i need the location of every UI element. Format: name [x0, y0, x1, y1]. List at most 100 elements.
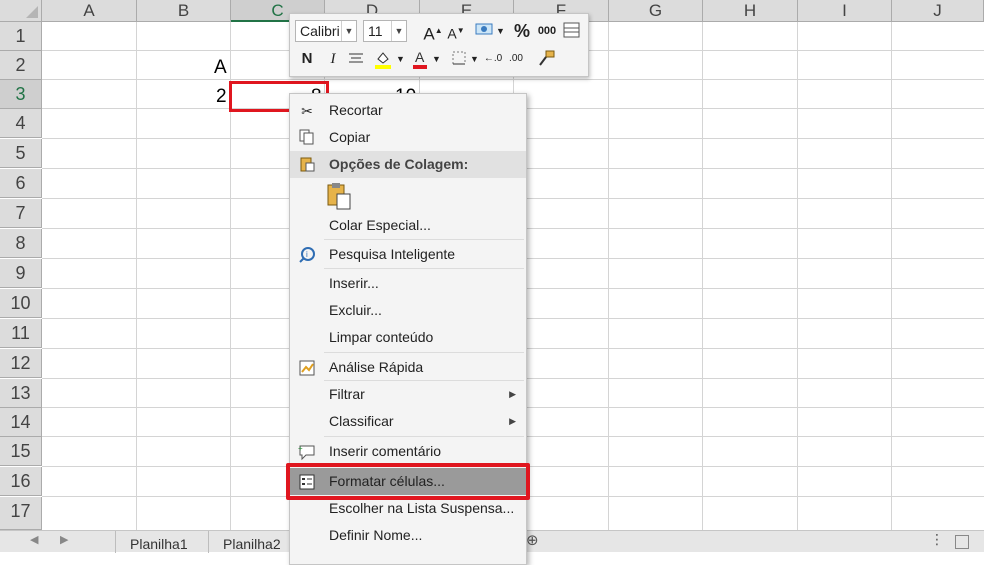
menu-item-quick-analysis[interactable]: Análise Rápida: [290, 354, 526, 381]
column-header-i[interactable]: I: [798, 0, 892, 22]
quick-analysis-icon: [298, 359, 316, 377]
chevron-down-icon[interactable]: ▼: [396, 48, 405, 70]
menu-item-define-name[interactable]: Definir Nome...: [290, 522, 526, 549]
smart-lookup-icon: i: [298, 246, 316, 264]
row-header-17[interactable]: 17: [0, 497, 42, 530]
cell-b2[interactable]: A: [214, 53, 227, 82]
column-header-g[interactable]: G: [609, 0, 703, 22]
scrollbar-left-icon[interactable]: [955, 535, 969, 549]
row-header-15[interactable]: 15: [0, 437, 42, 466]
row-header-9[interactable]: 9: [0, 259, 42, 288]
decrease-decimal-button[interactable]: .00: [506, 48, 526, 70]
align-center-icon: [349, 53, 363, 63]
fill-color-button[interactable]: [372, 48, 394, 70]
increase-decimal-button[interactable]: ←.0: [483, 48, 503, 70]
decrease-font-button[interactable]: A▼: [446, 20, 466, 42]
accounting-format-button[interactable]: [472, 20, 498, 42]
font-name-value: Calibri: [300, 23, 340, 39]
gridline: [136, 22, 137, 530]
menu-item-copy[interactable]: Copiar: [290, 124, 526, 151]
svg-text:+: +: [298, 444, 303, 453]
menu-header-paste-options: Opções de Colagem:: [290, 151, 526, 178]
svg-text:i: i: [306, 250, 308, 259]
submenu-arrow-icon: ▶: [509, 416, 516, 426]
thousands-separator-button[interactable]: 000: [535, 20, 559, 42]
font-color-icon: A: [413, 49, 427, 69]
row-header-10[interactable]: 10: [0, 289, 42, 318]
menu-item-cut[interactable]: ✂ Recortar: [290, 97, 526, 124]
gridline: [608, 22, 609, 530]
chevron-down-icon[interactable]: ▼: [496, 20, 505, 42]
column-header-b[interactable]: B: [137, 0, 231, 22]
menu-item-smart-lookup[interactable]: i Pesquisa Inteligente: [290, 241, 526, 268]
menu-item-insert[interactable]: Inserir...: [290, 270, 526, 297]
row-header-12[interactable]: 12: [0, 349, 42, 378]
menu-separator: [324, 352, 524, 353]
add-sheet-icon[interactable]: ⊕: [526, 531, 539, 549]
menu-separator: [324, 268, 524, 269]
clipboard-icon: [298, 156, 316, 174]
bold-button[interactable]: N: [298, 48, 316, 70]
gridline: [702, 22, 703, 530]
font-color-button[interactable]: A: [410, 48, 430, 70]
svg-text:A: A: [415, 49, 425, 65]
sheet-tab-planilha1[interactable]: Planilha1: [115, 531, 202, 553]
align-center-button[interactable]: [346, 48, 366, 70]
row-header-4[interactable]: 4: [0, 109, 42, 138]
italic-button[interactable]: I: [324, 48, 342, 70]
cell-b3[interactable]: 2: [216, 82, 227, 111]
format-painter-button[interactable]: [536, 48, 558, 70]
copy-icon: [298, 129, 316, 147]
paste-clipboard-icon: [327, 183, 351, 210]
row-header-16[interactable]: 16: [0, 467, 42, 496]
mini-toolbar: Calibri ▼ 11 ▼ A▲ A▼ ▼ % 000 N I ▼ A ▼ ▼…: [289, 13, 589, 77]
chevron-down-icon[interactable]: ▼: [341, 21, 356, 41]
tab-scroll-right-icon[interactable]: ▶: [60, 533, 68, 546]
row-header-1[interactable]: 1: [0, 22, 42, 51]
table-icon: [563, 22, 580, 38]
row-header-14[interactable]: 14: [0, 408, 42, 437]
menu-item-clear-contents[interactable]: Limpar conteúdo: [290, 324, 526, 351]
select-all-corner[interactable]: [0, 0, 42, 22]
borders-icon: [452, 51, 466, 65]
percent-button[interactable]: %: [512, 20, 532, 42]
more-options-icon[interactable]: ⋮: [930, 531, 944, 548]
tab-scroll-left-icon[interactable]: ◀: [30, 533, 38, 546]
row-header-11[interactable]: 11: [0, 319, 42, 348]
paste-button[interactable]: [326, 182, 354, 212]
chevron-down-icon[interactable]: ▼: [432, 48, 441, 70]
column-header-h[interactable]: H: [703, 0, 798, 22]
menu-item-delete[interactable]: Excluir...: [290, 297, 526, 324]
menu-item-paste-special[interactable]: Colar Especial...: [290, 212, 526, 239]
row-header-7[interactable]: 7: [0, 199, 42, 228]
gridline: [891, 22, 892, 530]
scissors-icon: ✂: [301, 103, 313, 119]
column-header-a[interactable]: A: [42, 0, 137, 22]
menu-item-insert-comment[interactable]: + Inserir comentário: [290, 438, 526, 465]
gridline: [42, 79, 984, 80]
row-header-5[interactable]: 5: [0, 139, 42, 168]
paint-bucket-icon: [375, 52, 391, 69]
sheet-tab-planilha2[interactable]: Planilha2: [208, 531, 295, 553]
format-table-button[interactable]: [561, 20, 583, 42]
submenu-arrow-icon: ▶: [509, 389, 516, 399]
comment-icon: +: [298, 443, 316, 461]
row-header-3[interactable]: 3: [0, 80, 42, 109]
chevron-down-icon[interactable]: ▼: [391, 21, 406, 41]
column-header-j[interactable]: J: [892, 0, 984, 22]
increase-font-button[interactable]: A▲: [423, 20, 443, 44]
font-size-box[interactable]: 11 ▼: [363, 20, 407, 42]
menu-item-sort[interactable]: Classificar ▶: [290, 408, 526, 435]
borders-button[interactable]: [449, 48, 469, 70]
format-painter-icon: [539, 50, 555, 66]
accounting-icon: [475, 23, 493, 35]
row-header-8[interactable]: 8: [0, 229, 42, 258]
row-header-13[interactable]: 13: [0, 379, 42, 408]
row-header-2[interactable]: 2: [0, 51, 42, 80]
row-header-6[interactable]: 6: [0, 169, 42, 198]
menu-item-filter[interactable]: Filtrar ▶: [290, 381, 526, 408]
chevron-down-icon[interactable]: ▼: [470, 48, 479, 70]
font-name-box[interactable]: Calibri ▼: [295, 20, 357, 42]
menu-separator: [324, 436, 524, 437]
gridline: [797, 22, 798, 530]
